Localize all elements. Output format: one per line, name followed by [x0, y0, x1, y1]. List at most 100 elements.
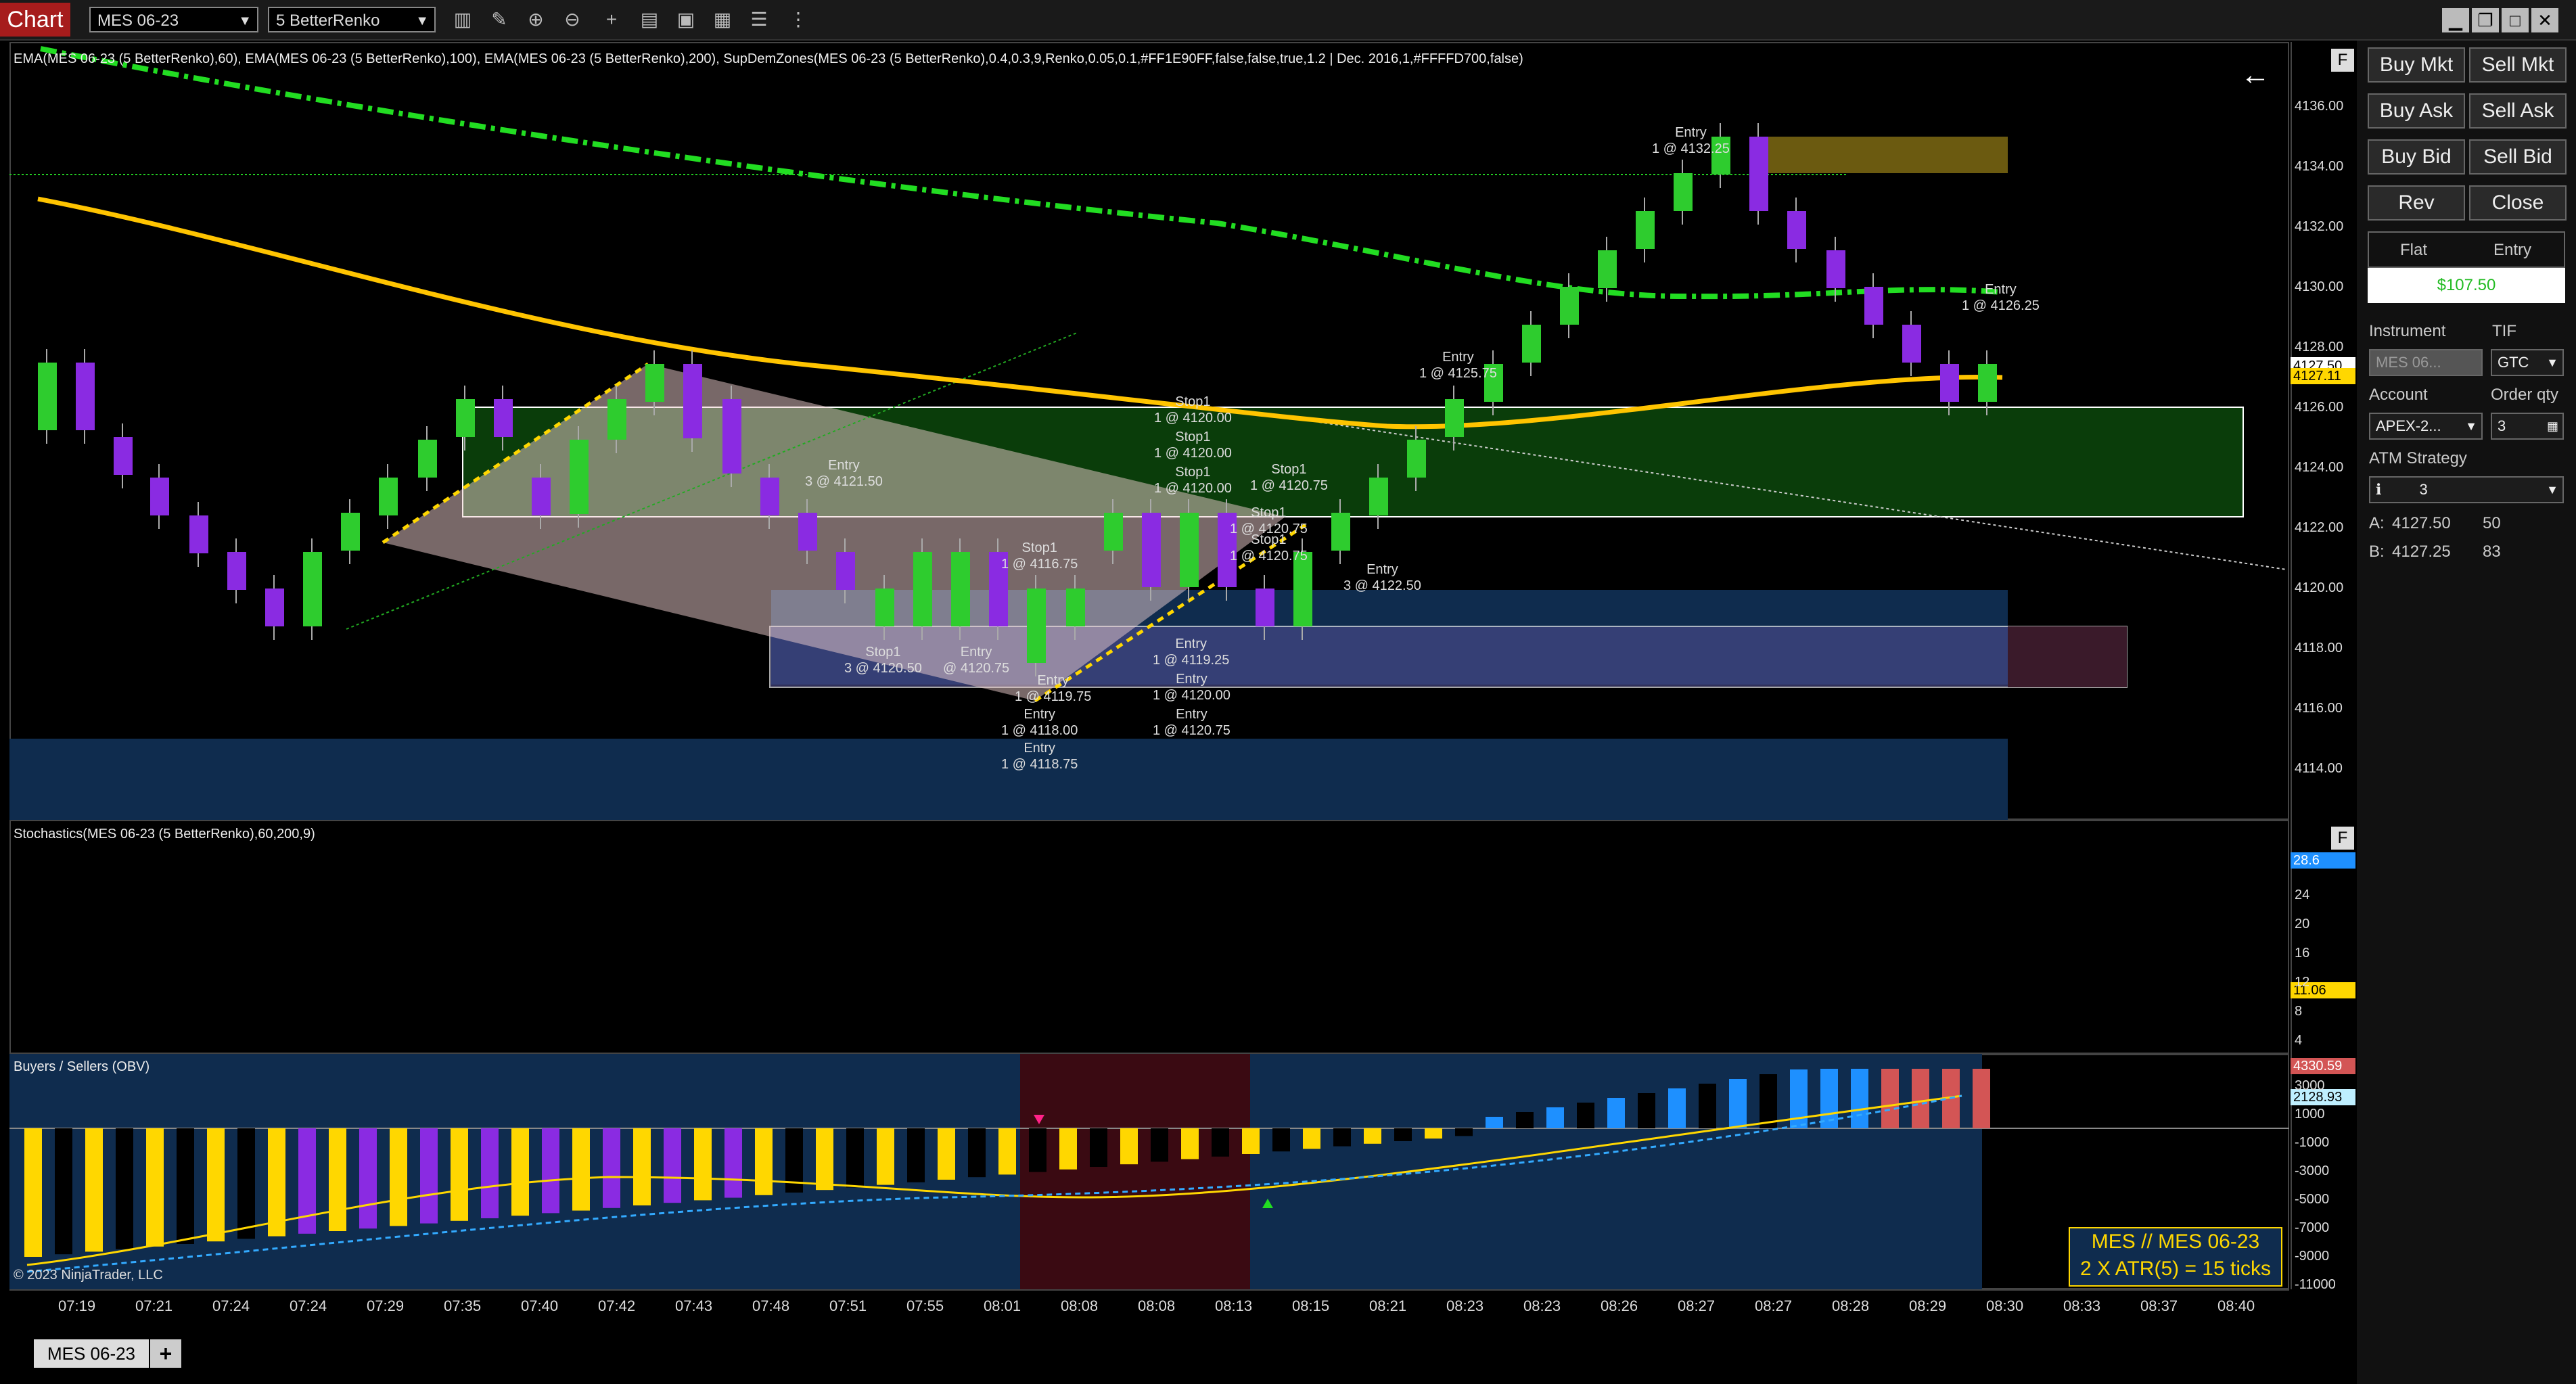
price-tick-label: 4132.00	[2295, 219, 2344, 234]
obv-bar	[542, 1128, 559, 1214]
time-tick-label: 07:42	[598, 1297, 636, 1314]
obv-bar	[968, 1128, 986, 1178]
trade-annotation: Entry 1 @ 4119.25	[1153, 636, 1229, 668]
annotation-type: Entry	[1985, 282, 2017, 297]
obv-bar	[1760, 1074, 1777, 1128]
obv-bar	[146, 1128, 164, 1247]
stochastics-tick-label: 4	[2295, 1033, 2303, 1048]
annotation-type: Entry	[1024, 741, 1056, 756]
annotation-type: Stop1	[1021, 540, 1057, 555]
time-tick-label: 08:30	[1986, 1297, 2024, 1314]
time-tick-label: 08:21	[1369, 1297, 1407, 1314]
trade-annotation: Stop1 1 @ 4120.75	[1250, 461, 1328, 494]
annotation-type: Entry	[1024, 707, 1056, 722]
obv-bar	[1486, 1117, 1503, 1128]
bid-label: B:	[2369, 543, 2385, 561]
close-position-button[interactable]: Close	[2469, 185, 2567, 221]
obv-bar	[1212, 1128, 1229, 1157]
time-tick-label: 07:24	[212, 1297, 250, 1314]
obv-tick-label: -3000	[2295, 1163, 2330, 1178]
buy-market-button[interactable]: Buy Mkt	[2368, 47, 2465, 83]
obv-bar	[816, 1128, 833, 1191]
obv-tick-label: -5000	[2295, 1192, 2330, 1207]
buy-bid-button[interactable]: Buy Bid	[2368, 139, 2465, 175]
obv-bar	[1029, 1128, 1046, 1172]
obv-bar	[1851, 1069, 1868, 1128]
obv-bar	[1303, 1128, 1320, 1149]
price-tick-label: 4124.00	[2295, 460, 2344, 475]
annotation-fill: 1 @ 4120.00	[1154, 411, 1232, 425]
bottom-tab-bar	[0, 1334, 2354, 1384]
atm-strategy-select[interactable]: ℹ 3 ▼	[2369, 476, 2564, 503]
time-tick-label: 07:55	[906, 1297, 944, 1314]
obv-bar	[938, 1128, 955, 1180]
time-tick-label: 07:19	[58, 1297, 96, 1314]
annotation-fill: 1 @ 4118.00	[1001, 723, 1078, 738]
time-tick-label: 08:37	[2140, 1297, 2178, 1314]
obv-bar	[1607, 1098, 1625, 1128]
annotation-type: Entry	[1175, 637, 1208, 651]
obv-bar	[116, 1128, 133, 1249]
annotation-fill: 3 @ 4120.50	[844, 661, 922, 676]
trade-annotation: Entry 1 @ 4119.75	[1015, 672, 1091, 705]
ask-price: 4127.50	[2392, 514, 2451, 532]
obv-tick-label: -1000	[2295, 1135, 2330, 1150]
add-tab-icon[interactable]: +	[150, 1339, 181, 1368]
annotation-fill: 1 @ 4116.75	[1001, 557, 1078, 572]
buy-signal-icon	[1262, 1199, 1273, 1208]
stochastics-tick-label: 20	[2295, 917, 2310, 931]
obv-bar	[177, 1128, 194, 1244]
obv-tag-top: 4330.59	[2291, 1058, 2355, 1074]
annotation-type: Stop1	[1175, 394, 1211, 409]
trade-annotation: Entry 1 @ 4118.00	[1001, 706, 1078, 739]
instrument-tab[interactable]: MES 06-23	[34, 1339, 149, 1368]
ask-label: A:	[2369, 514, 2385, 532]
order-qty-label: Order qty	[2491, 386, 2559, 404]
obv-bar	[1364, 1128, 1381, 1144]
time-tick-label: 07:35	[444, 1297, 482, 1314]
obv-bar	[85, 1128, 103, 1252]
pnl-display: $107.50	[2368, 268, 2565, 303]
order-qty-value: 3	[2498, 417, 2506, 434]
trade-annotation: Entry 1 @ 4120.00	[1153, 671, 1230, 703]
account-label: Account	[2369, 386, 2428, 404]
price-tick-label: 4134.00	[2295, 159, 2344, 174]
obv-bar	[603, 1128, 620, 1208]
annotation-type: Stop1	[1175, 465, 1211, 480]
obv-bar	[1425, 1128, 1442, 1139]
trade-annotation: Stop1 1 @ 4120.75	[1230, 532, 1308, 564]
obv-bar	[1272, 1128, 1290, 1152]
instrument-field[interactable]: MES 06...	[2369, 349, 2483, 376]
sell-bid-button[interactable]: Sell Bid	[2469, 139, 2567, 175]
sell-ask-button[interactable]: Sell Ask	[2469, 93, 2567, 129]
annotation-type: Entry	[1176, 707, 1208, 722]
trade-annotation: Entry 1 @ 4132.25	[1652, 124, 1730, 157]
annotation-fill: @ 4120.75	[943, 661, 1010, 676]
obv-bar	[1090, 1128, 1107, 1167]
annotation-fill: 3 @ 4122.50	[1343, 578, 1421, 593]
annotation-type: Entry	[1037, 673, 1070, 688]
obv-tick-label: 1000	[2295, 1107, 2325, 1122]
chevron-down-icon: ▼	[2465, 419, 2477, 433]
obv-bar	[998, 1128, 1016, 1175]
annotation-fill: 1 @ 4118.75	[1001, 757, 1078, 772]
time-tick-label: 08:15	[1292, 1297, 1330, 1314]
obv-bar	[1546, 1107, 1564, 1128]
order-qty-stepper[interactable]: 3 ▦	[2491, 413, 2564, 440]
atr-info-line2: 2 X ATR(5) = 15 ticks	[2079, 1258, 2272, 1280]
reverse-button[interactable]: Rev	[2368, 185, 2465, 221]
obv-bar	[1577, 1103, 1594, 1128]
obv-bar	[724, 1128, 742, 1198]
account-select-value: APEX-2...	[2376, 417, 2441, 434]
sell-market-button[interactable]: Sell Mkt	[2469, 47, 2567, 83]
obv-bar	[1059, 1128, 1077, 1170]
buy-ask-button[interactable]: Buy Ask	[2368, 93, 2465, 129]
time-tick-label: 08:08	[1061, 1297, 1099, 1314]
stochastics-tick-label: 24	[2295, 887, 2310, 902]
account-select[interactable]: APEX-2... ▼	[2369, 413, 2483, 440]
obv-bar	[846, 1128, 864, 1188]
obv-bar	[572, 1128, 590, 1211]
tif-select[interactable]: GTC ▼	[2491, 349, 2564, 376]
stepper-icon[interactable]: ▦	[2547, 414, 2558, 438]
bid-price: 4127.25	[2392, 543, 2451, 561]
